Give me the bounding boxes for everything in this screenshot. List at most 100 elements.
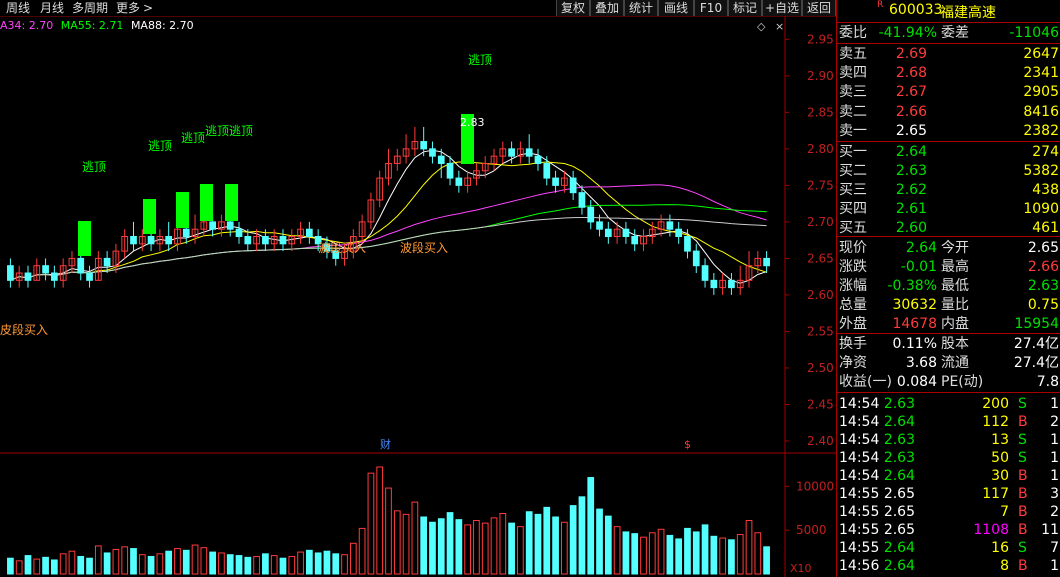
- volume-bar: [279, 557, 287, 575]
- bid-row[interactable]: 买二 2.63 5382: [837, 162, 1060, 180]
- tick-time: 14:56: [839, 558, 880, 574]
- overlay-button[interactable]: 叠加: [590, 0, 624, 16]
- tick-row[interactable]: 14:55 2.64 16 S 7: [837, 539, 1060, 557]
- tick-row[interactable]: 14:55 2.65 1108 B 11: [837, 521, 1060, 539]
- volume-bar: [437, 518, 445, 575]
- quote-stat-row[interactable]: 收益(一) 0.084 PE(动) 7.8: [837, 373, 1060, 391]
- volume-bar: [490, 517, 498, 575]
- candle-body: [147, 236, 155, 245]
- tick-row[interactable]: 14:55 2.65 7 B 2: [837, 503, 1060, 521]
- ask-price: 2.66: [895, 103, 927, 120]
- candle-body: [604, 228, 612, 237]
- fuquan-button[interactable]: 复权: [556, 0, 590, 16]
- candle-body: [587, 206, 595, 223]
- tab-more[interactable]: 更多: [116, 0, 140, 16]
- ask-price: 2.68: [895, 65, 927, 82]
- mark-button[interactable]: 标记: [728, 0, 762, 16]
- ask-row[interactable]: 卖三 2.67 2905: [837, 83, 1060, 101]
- add-watchlist-button[interactable]: +自选: [762, 0, 802, 16]
- tab-weekly[interactable]: 周线: [6, 0, 30, 16]
- volume-bar: [613, 526, 621, 575]
- stat-label: 最低: [941, 278, 969, 294]
- stat-value: 7.8: [1036, 374, 1059, 390]
- tab-monthly[interactable]: 月线: [40, 0, 64, 16]
- tick-volume: 7: [1000, 504, 1009, 520]
- escape-top-label: 逃顶: [82, 160, 106, 174]
- chart-grid: [0, 16, 836, 577]
- escape-top-label: 逃顶逃顶: [205, 124, 253, 138]
- weicha-label: 委差: [941, 25, 969, 41]
- tick-time: 14:54: [839, 396, 880, 412]
- tick-price: 2.65: [883, 522, 915, 538]
- close-icon[interactable]: ×: [775, 20, 784, 33]
- ask-row[interactable]: 卖四 2.68 2341: [837, 64, 1060, 82]
- candle-body: [728, 279, 735, 289]
- ask-row[interactable]: 卖二 2.66 8416: [837, 103, 1060, 121]
- bid-label: 买四: [839, 201, 867, 217]
- ask-row[interactable]: 卖五 2.69 2647: [837, 45, 1060, 63]
- tick-price: 2.65: [883, 504, 915, 520]
- stat-label: 涨跌: [839, 259, 867, 275]
- tick-side: S: [1018, 450, 1027, 466]
- tick-row[interactable]: 14:54 2.64 112 B 2: [837, 413, 1060, 431]
- volume-bar: [429, 521, 436, 575]
- tick-count: 1: [1050, 558, 1059, 574]
- bid-price: 2.63: [895, 163, 927, 179]
- quote-stat-row[interactable]: 涨幅 -0.38% 最低 2.63: [837, 277, 1060, 295]
- volume-bar: [481, 522, 489, 575]
- candle-body: [24, 272, 32, 281]
- bid-row[interactable]: 买一 2.64 274: [837, 143, 1060, 161]
- tick-side: S: [1018, 540, 1027, 556]
- bid-row[interactable]: 买三 2.62 438: [837, 181, 1060, 199]
- price-tick-label: 2.40: [807, 434, 834, 448]
- bid-row[interactable]: 买五 2.60 461: [837, 219, 1060, 237]
- diamond-icon[interactable]: ◇: [757, 20, 766, 33]
- tick-price: 2.64: [883, 540, 915, 556]
- back-button[interactable]: 返回: [802, 0, 836, 16]
- tick-side: B: [1018, 522, 1028, 538]
- quote-stat-row[interactable]: 换手 0.11% 股本 27.4亿: [837, 335, 1060, 353]
- quote-stat-row[interactable]: 总量 30632 量比 0.75: [837, 296, 1060, 314]
- price-tick-label: 2.95: [807, 32, 834, 46]
- tick-row[interactable]: 14:54 2.63 13 S 1: [837, 431, 1060, 449]
- volume-bar: [130, 548, 137, 575]
- draw-line-button[interactable]: 画线: [658, 0, 694, 16]
- volume-bar: [393, 510, 401, 575]
- ma-line: [10, 204, 767, 281]
- volume-bar: [51, 559, 58, 575]
- ask-row[interactable]: 卖一 2.65 2382: [837, 122, 1060, 140]
- tick-row[interactable]: 14:56 2.64 8 B 1: [837, 557, 1060, 575]
- bid-row[interactable]: 买四 2.61 1090: [837, 200, 1060, 218]
- quote-stat-row[interactable]: 净资 3.68 流通 27.4亿: [837, 354, 1060, 372]
- stat-label: 股本: [941, 336, 969, 352]
- candle-body: [666, 221, 674, 230]
- volume-tick-label: 10000: [796, 479, 834, 493]
- f10-button[interactable]: F10: [694, 0, 728, 16]
- stats-button[interactable]: 统计: [624, 0, 658, 16]
- candle-body: [130, 236, 137, 245]
- tick-row[interactable]: 14:54 2.63 200 S 1: [837, 395, 1060, 413]
- tick-row[interactable]: 14:55 2.65 117 B 3: [837, 485, 1060, 503]
- price-tick-label: 2.85: [807, 105, 834, 119]
- quote-stat-row[interactable]: 涨跌 -0.01 最高 2.66: [837, 258, 1060, 276]
- volume-bar: [754, 532, 762, 575]
- candle-body: [262, 236, 269, 245]
- volume-bar: [218, 552, 225, 575]
- kline-chart[interactable]: 2.95 2.90 2.85 2.80 2.75 2.70 2.65 2.60 2.55 2.50…: [0, 16, 836, 577]
- weibi-value: -41.94%: [878, 25, 937, 41]
- tab-multi-period[interactable]: 多周期: [72, 0, 108, 16]
- volume-bar: [270, 555, 278, 575]
- candle-body: [534, 155, 542, 164]
- stat-value: 27.4亿: [1013, 355, 1059, 371]
- tick-volume: 50: [991, 450, 1009, 466]
- quote-stat-row[interactable]: 外盘 14678 内盘 15954: [837, 315, 1060, 333]
- candle-body: [51, 272, 58, 281]
- candle-body: [525, 148, 533, 157]
- quote-stat-row[interactable]: 现价 2.64 今开 2.65: [837, 239, 1060, 257]
- tick-row[interactable]: 14:54 2.63 50 S 1: [837, 449, 1060, 467]
- volume-bar: [367, 472, 375, 575]
- more-arrow-icon[interactable]: >: [143, 0, 153, 16]
- volume-bar: [33, 558, 41, 575]
- tick-time: 14:54: [839, 414, 880, 430]
- tick-row[interactable]: 14:54 2.64 30 B 1: [837, 467, 1060, 485]
